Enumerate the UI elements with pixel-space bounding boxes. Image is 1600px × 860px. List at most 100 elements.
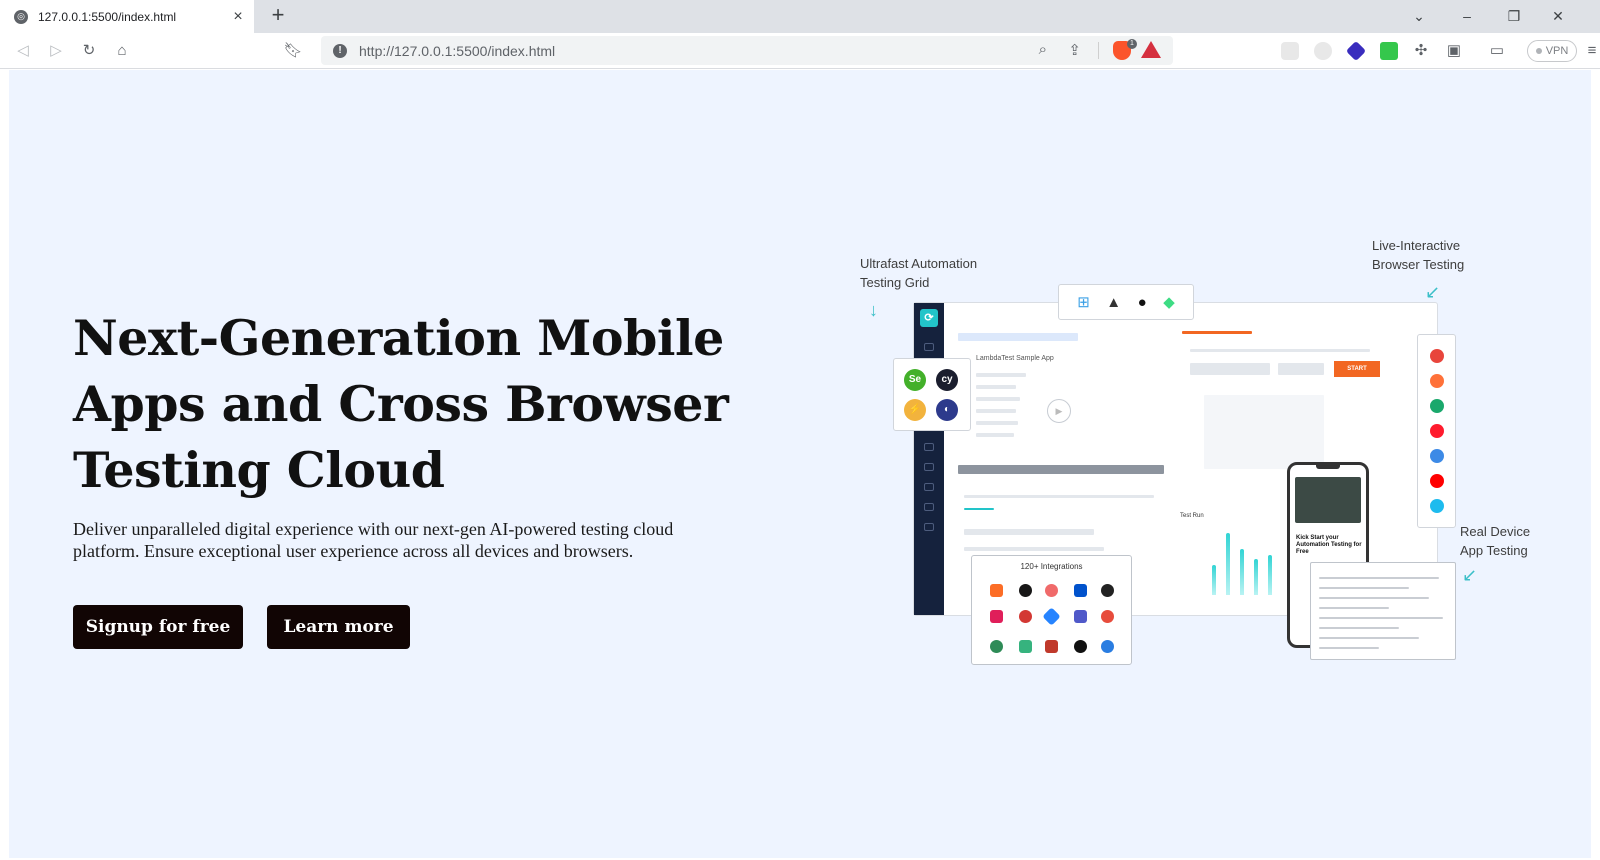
chrome-icon [1430, 349, 1444, 363]
forward-icon[interactable]: ▷ [46, 41, 66, 61]
playwright-icon: ◐ [936, 399, 958, 421]
yandex-icon [1430, 474, 1444, 488]
tab-line [964, 495, 1154, 498]
annotation-live-interactive: Live-Interactive Browser Testing [1372, 238, 1465, 272]
browser-list-card [1417, 334, 1456, 528]
phone-text: Kick Start your Automation Testing for F… [1296, 535, 1362, 555]
arrow-icon: ↓ [869, 300, 878, 320]
close-tab-icon[interactable]: × [230, 8, 246, 25]
dashboard-sidebar: ⟳ [914, 303, 944, 615]
video-controls-bar [958, 465, 1164, 474]
chart-bar [1212, 565, 1216, 595]
active-tab-underline [964, 508, 994, 510]
brave-rewards-icon[interactable] [1141, 41, 1161, 58]
address-url[interactable]: http://127.0.0.1:5500/index.html [359, 43, 555, 59]
integrations-title: 120+ Integrations [1020, 562, 1083, 571]
code-line [1319, 647, 1379, 649]
hero-illustration: Ultrafast Automation Testing Grid Live-I… [860, 230, 1565, 670]
restore-icon[interactable]: ❐ [1504, 6, 1524, 26]
firefox-icon [1430, 374, 1444, 388]
shields-count-badge: 1 [1127, 39, 1137, 49]
phone-hero-image [1295, 477, 1361, 523]
lightning-icon: ⚡ [904, 399, 926, 421]
hero-title: Next-Generation Mobile Apps and Cross Br… [73, 309, 729, 499]
code-line [1319, 627, 1399, 629]
phone-notch [1316, 465, 1340, 469]
selenium-icon: Se [904, 369, 926, 391]
share-icon[interactable]: ⇪ [1068, 41, 1081, 59]
extension-2-icon[interactable] [1314, 42, 1332, 60]
list-line [976, 385, 1016, 389]
hero-description: Deliver unparalleled digital experience … [73, 519, 674, 561]
zoom-icon[interactable]: ⌕ [1039, 41, 1047, 58]
apple-icon: ● [1137, 293, 1147, 311]
annotation-automation: Ultrafast Automation Testing Grid [860, 256, 978, 290]
page-viewport: Next-Generation Mobile Apps and Cross Br… [9, 70, 1591, 858]
omnibox-divider [1098, 42, 1099, 59]
lock-extension-icon[interactable] [1380, 42, 1398, 60]
clock-icon [1074, 640, 1087, 653]
arrow-icon: ↙ [1425, 282, 1441, 302]
tunnel-input-mock [1278, 363, 1324, 375]
sidebar-nav-icon [924, 483, 934, 491]
reload-icon[interactable]: ↻ [79, 41, 99, 61]
wallet-icon[interactable]: ▭ [1487, 41, 1507, 61]
sidebar-toggle-icon[interactable]: ▣ [1444, 41, 1464, 61]
vpn-label: VPN [1545, 45, 1569, 57]
chat-icon [1101, 610, 1114, 623]
globe-icon: ◎ [14, 9, 28, 24]
sidebar-nav-icon [924, 463, 934, 471]
list-line [976, 421, 1018, 425]
vpn-status-dot [1535, 48, 1542, 54]
tab-search-chevron-icon[interactable]: ⌄ [1409, 6, 1429, 26]
sample-app-title: LambdaTest Sample App [976, 355, 1054, 362]
windows-icon: ⊞ [1077, 294, 1090, 311]
back-icon[interactable]: ◁ [13, 41, 33, 61]
settings-line [1190, 349, 1370, 352]
signup-button[interactable]: Signup for free [73, 605, 243, 649]
url-input-mock [1190, 363, 1270, 375]
list-line [976, 433, 1014, 437]
chart-bar [1240, 549, 1244, 595]
vpn-button[interactable]: VPN [1527, 40, 1577, 62]
os-selector-card: ⊞ ▲ ● ◆ [1058, 284, 1194, 320]
zenhub-icon [1019, 640, 1032, 653]
extension-3-icon[interactable] [1345, 40, 1367, 62]
teams-icon [1074, 610, 1087, 623]
asana-icon [1045, 584, 1058, 597]
minimize-icon[interactable]: – [1457, 6, 1477, 26]
safari-icon [1430, 449, 1444, 463]
extensions-puzzle-icon[interactable]: ✣ [1411, 41, 1431, 61]
circleci-icon [1101, 584, 1114, 597]
github-icon [1019, 584, 1032, 597]
gear-integration-icon [990, 640, 1003, 653]
home-icon[interactable]: ⌂ [112, 41, 132, 61]
site-info-icon[interactable]: ! [333, 43, 347, 58]
test-run-label: Test Run [1180, 513, 1204, 519]
list-line [976, 409, 1016, 413]
code-line [1319, 587, 1409, 589]
internet-explorer-icon [1430, 499, 1444, 513]
chart-bar [1254, 559, 1258, 595]
window-close-icon[interactable]: ✕ [1548, 6, 1568, 26]
jira-icon [1042, 607, 1061, 626]
active-tab[interactable]: ◎ 127.0.0.1:5500/index.html × [0, 0, 254, 33]
bookmark-icon[interactable]: 🔖︎ [283, 41, 303, 61]
sidebar-nav-icon [924, 443, 934, 451]
address-bar[interactable]: ! http://127.0.0.1:5500/index.html ⌕ ⇪ 1 [321, 36, 1173, 65]
gitlab-icon [990, 584, 1003, 597]
extension-1-icon[interactable] [1281, 42, 1299, 60]
tab-title: 127.0.0.1:5500/index.html [38, 9, 177, 24]
learn-more-button[interactable]: Learn more [267, 605, 410, 649]
slack-icon [990, 610, 1003, 623]
chart-bar [1268, 555, 1272, 595]
jenkins-icon [1019, 610, 1032, 623]
annotation-real-device: Real Device App Testing [1460, 524, 1531, 558]
menu-icon[interactable]: ≡ [1582, 41, 1600, 61]
log-line [964, 547, 1104, 551]
arrow-icon: ↙ [1462, 565, 1478, 585]
new-tab-icon[interactable]: + [266, 4, 290, 28]
edge-icon [1430, 399, 1444, 413]
lambdatest-logo-icon: ⟳ [920, 309, 938, 327]
list-line [976, 397, 1020, 401]
